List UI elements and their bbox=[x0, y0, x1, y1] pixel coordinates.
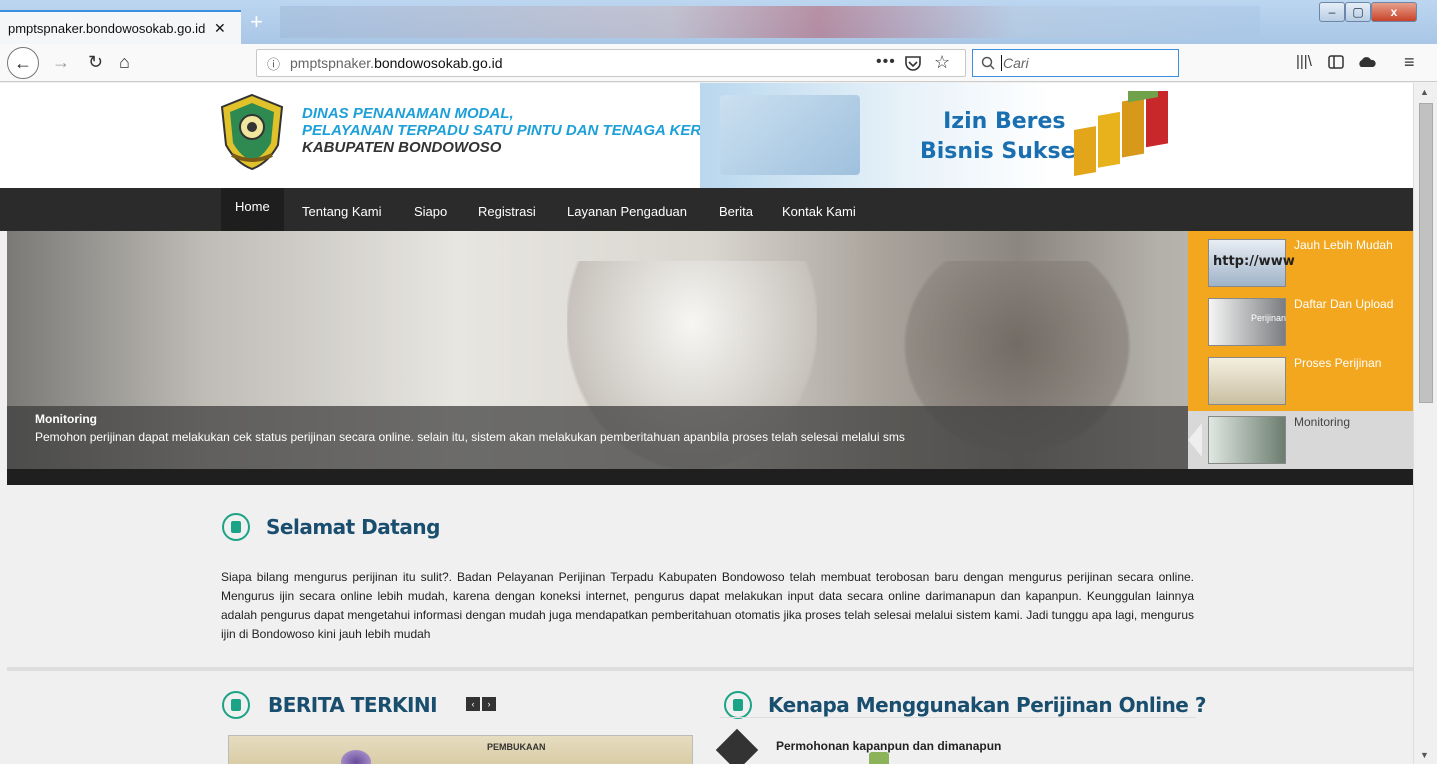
nav-layanan-pengaduan[interactable]: Layanan Pengaduan bbox=[553, 188, 701, 231]
scrollbar-thumb[interactable] bbox=[1419, 103, 1433, 403]
thumb-image-text: Perijinan bbox=[1251, 313, 1287, 323]
window-close-button[interactable]: x bbox=[1371, 2, 1417, 22]
thumb-image-text: http://www bbox=[1213, 254, 1295, 269]
section-icon bbox=[222, 691, 250, 719]
tagline-line-2: Bisnis Sukses bbox=[920, 139, 1089, 164]
slider-thumbnails: http://www Jauh Lebih Mudah Perijinan Da… bbox=[1188, 231, 1413, 469]
slider-bottom-bar bbox=[7, 469, 1413, 485]
nav-siapo[interactable]: Siapo bbox=[400, 188, 461, 231]
why-item-icon bbox=[715, 728, 759, 764]
welcome-title: Selamat Datang bbox=[266, 515, 440, 539]
search-icon bbox=[981, 56, 995, 70]
search-placeholder: Cari bbox=[1001, 55, 1029, 71]
slider-thumb-active[interactable]: Monitoring bbox=[1188, 411, 1413, 469]
active-thumb-pointer bbox=[1188, 423, 1202, 457]
welcome-text: Siapa bilang mengurus perijinan itu suli… bbox=[221, 570, 1194, 641]
tab-title: pmptspnaker.bondowosokab.go.id bbox=[8, 20, 206, 36]
site-header: DINAS PENANAMAN MODAL, PELAYANAN TERPADU… bbox=[0, 83, 1413, 188]
news-next-button[interactable]: › bbox=[482, 697, 496, 711]
thumb-image-document bbox=[1208, 357, 1286, 405]
news-image[interactable]: PEMBUKAAN bbox=[228, 735, 889, 764]
url-subdomain: pmptspnaker. bbox=[290, 55, 375, 71]
thumb-image-monitoring bbox=[1208, 416, 1286, 464]
pocket-icon[interactable] bbox=[904, 54, 922, 72]
hamburger-menu-icon[interactable]: ≡ bbox=[1404, 52, 1415, 72]
slider-thumb[interactable]: Proses Perijinan bbox=[1188, 352, 1413, 410]
home-icon[interactable]: ⌂ bbox=[119, 52, 130, 72]
section-divider bbox=[7, 667, 1413, 671]
reload-icon[interactable]: ↻ bbox=[88, 52, 103, 72]
nav-tentang-kami[interactable]: Tentang Kami bbox=[288, 188, 396, 231]
window-minimize-button[interactable]: – bbox=[1319, 2, 1345, 22]
binders-illustration bbox=[1074, 91, 1168, 176]
browser-toolbar: ← → ↻ ⌂ ⓘ pmptspnaker. bondowosokab.go.id… bbox=[0, 44, 1437, 82]
search-input[interactable]: Cari bbox=[972, 49, 1179, 77]
thumb-image-laptop: Perijinan bbox=[1208, 298, 1286, 346]
org-line-2: PELAYANAN TERPADU SATU PINTU DAN TENAGA … bbox=[302, 122, 721, 139]
sync-icon[interactable] bbox=[1358, 55, 1376, 69]
slider-thumb[interactable]: http://www Jauh Lebih Mudah bbox=[1188, 234, 1413, 292]
scroll-down-icon[interactable]: ▼ bbox=[1420, 750, 1429, 760]
news-image-emblem bbox=[341, 750, 371, 764]
organization-name: DINAS PENANAMAN MODAL, PELAYANAN TERPADU… bbox=[302, 105, 720, 156]
window-maximize-button[interactable]: ▢ bbox=[1345, 2, 1371, 22]
slider-thumb[interactable]: Perijinan Daftar Dan Upload bbox=[1188, 293, 1413, 351]
news-title: BERITA TERKINI bbox=[268, 693, 438, 717]
new-tab-button[interactable]: + bbox=[250, 11, 263, 33]
info-icon[interactable]: ⓘ bbox=[267, 54, 280, 73]
news-prev-button[interactable]: ‹ bbox=[466, 697, 480, 711]
web-page: DINAS PENANAMAN MODAL, PELAYANAN TERPADU… bbox=[0, 83, 1413, 764]
nav-berita[interactable]: Berita bbox=[705, 188, 767, 231]
slider-caption-title: Monitoring bbox=[35, 412, 97, 426]
page-scrollbar[interactable]: ▲ ▼ bbox=[1413, 83, 1437, 764]
why-item: Permohonan kapanpun dan dimanapun bbox=[776, 739, 1002, 753]
news-image-logo bbox=[869, 752, 889, 764]
nav-home[interactable]: Home bbox=[221, 188, 284, 231]
browser-tabbar: pmptspnaker.bondowosokab.go.id ✕ + – ▢ x bbox=[0, 0, 1437, 44]
tab-close-icon[interactable]: ✕ bbox=[214, 20, 226, 37]
main-content: Selamat Datang Siapa bilang mengurus per… bbox=[0, 485, 1413, 764]
star-icon[interactable]: ☆ bbox=[934, 52, 950, 72]
window-title-area bbox=[280, 6, 1260, 38]
section-icon bbox=[724, 691, 752, 719]
scroll-up-icon[interactable]: ▲ bbox=[1420, 87, 1429, 97]
org-line-3: KABUPATEN BONDOWOSO bbox=[302, 139, 502, 156]
slider-caption: Monitoring Pemohon perijinan dapat melak… bbox=[7, 406, 1188, 469]
why-divider bbox=[720, 717, 1196, 718]
org-line-1: DINAS PENANAMAN MODAL, bbox=[302, 105, 514, 122]
slider-caption-text: Pemohon perijinan dapat melakukan cek st… bbox=[35, 430, 905, 444]
bondowoso-logo bbox=[220, 93, 284, 171]
browser-tab[interactable]: pmptspnaker.bondowosokab.go.id ✕ bbox=[0, 10, 241, 44]
library-icon[interactable]: |||\ bbox=[1296, 52, 1312, 72]
section-icon bbox=[222, 513, 250, 541]
news-pager: ‹ › bbox=[466, 697, 496, 711]
thumb-label: Proses Perijinan bbox=[1294, 356, 1382, 370]
thumb-image-url: http://www bbox=[1208, 239, 1295, 287]
sidebar-icon[interactable] bbox=[1328, 55, 1344, 69]
news-image-text: PEMBUKAAN bbox=[487, 742, 546, 752]
back-arrow-icon[interactable]: ← bbox=[7, 47, 39, 79]
page-actions-icon[interactable]: ••• bbox=[876, 53, 896, 71]
banner-photo bbox=[720, 95, 860, 175]
main-navigation: Home Tentang Kami Siapo Registrasi Layan… bbox=[0, 188, 1413, 231]
url-domain: bondowosokab.go.id bbox=[374, 55, 503, 71]
thumb-label: Monitoring bbox=[1294, 415, 1351, 429]
nav-registrasi[interactable]: Registrasi bbox=[464, 188, 550, 231]
forward-arrow-icon[interactable]: → bbox=[52, 52, 70, 72]
tagline-line-1: Izin Beres bbox=[943, 109, 1066, 134]
url-bar[interactable]: ⓘ pmptspnaker. bondowosokab.go.id bbox=[256, 49, 966, 77]
why-title: Kenapa Menggunakan Perijinan Online ? bbox=[768, 693, 1206, 717]
thumb-label: Jauh Lebih Mudah bbox=[1294, 238, 1393, 252]
nav-kontak-kami[interactable]: Kontak Kami bbox=[768, 188, 870, 231]
tagline: Izin Beres Bisnis Sukses bbox=[920, 107, 1089, 167]
thumb-label: Daftar Dan Upload bbox=[1294, 297, 1394, 311]
